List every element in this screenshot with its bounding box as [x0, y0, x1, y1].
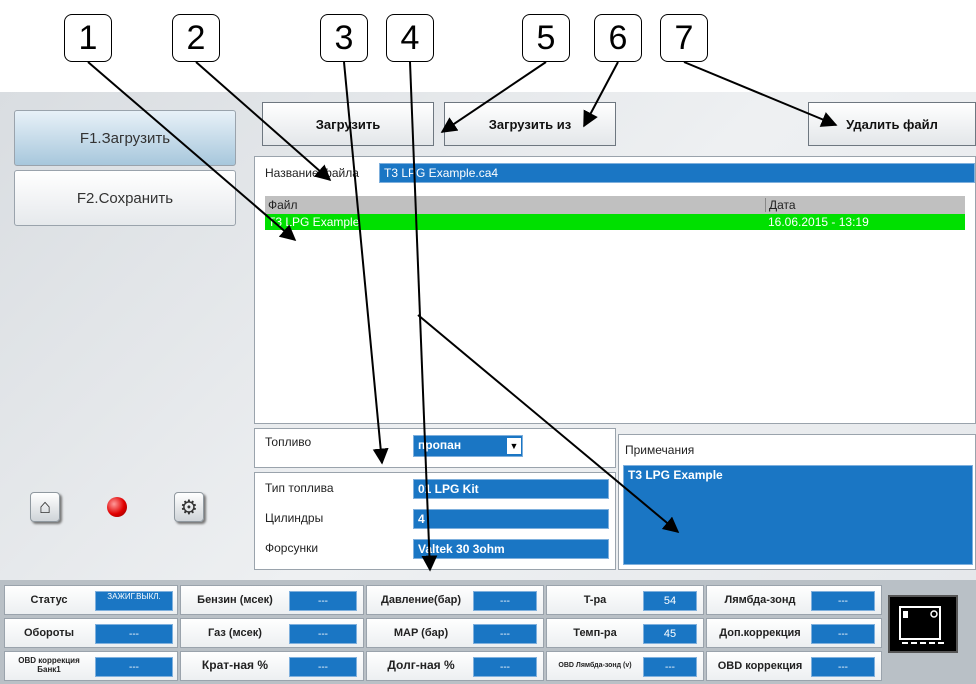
f1-load-button[interactable]: F1.Загрузить	[14, 110, 236, 166]
file-name-input[interactable]: T3 LPG Example.ca4	[379, 163, 975, 183]
column-file[interactable]: Файл	[268, 198, 298, 212]
fuel-type-label: Тип топлива	[265, 481, 334, 495]
fuel-select[interactable]: пропан ▼	[413, 435, 523, 457]
obd-corr-cell: OBD коррекция ---	[706, 651, 882, 681]
petrol-value: ---	[289, 591, 357, 611]
ecu-logo-graphic	[899, 606, 944, 644]
notes-panel: Примечания T3 LPG Example	[618, 434, 976, 570]
status-value: ЗАЖИГ.ВЫКЛ.	[95, 591, 173, 611]
callout-6: 6	[594, 14, 642, 62]
f2-save-button[interactable]: F2.Сохранить	[14, 170, 236, 226]
pressure-label: Давление(бар)	[380, 593, 461, 606]
cylinders-field[interactable]: 4	[413, 509, 609, 529]
temp2-value: 45	[643, 624, 697, 644]
lambda-label: Лямбда-зонд	[724, 593, 796, 606]
load-from-button[interactable]: Загрузить из	[444, 102, 616, 146]
file-row-date: 16.06.2015 - 13:19	[768, 215, 869, 229]
map-cell: MAP (бар) ---	[366, 618, 544, 648]
callout-3: 3	[320, 14, 368, 62]
app-window: F1.Загрузить F2.Сохранить Загрузить Загр…	[0, 92, 976, 684]
callout-1: 1	[64, 14, 112, 62]
obd-lambda-label: OBD Лямбда-зонд (v)	[558, 662, 632, 670]
fuel-label: Топливо	[265, 435, 312, 449]
pressure-cell: Давление(бар) ---	[366, 585, 544, 615]
rpm-cell: Обороты ---	[4, 618, 178, 648]
obd-corr-label: OBD коррекция	[717, 659, 803, 672]
cylinders-label: Цилиндры	[265, 511, 324, 525]
lambda-value: ---	[811, 591, 875, 611]
load-button[interactable]: Загрузить	[262, 102, 434, 146]
column-date[interactable]: Дата	[765, 198, 796, 212]
injectors-field[interactable]: Valtek 30 3ohm	[413, 539, 609, 559]
chevron-down-icon[interactable]: ▼	[507, 438, 521, 454]
f1-load-label: F1.Загрузить	[79, 129, 171, 147]
file-table-header: Файл Дата	[265, 196, 965, 214]
map-value: ---	[473, 624, 537, 644]
obd-corr-value: ---	[811, 657, 875, 677]
obd-corr-bank1-cell: OBD коррекция Банк1 ---	[4, 651, 178, 681]
callout-5: 5	[522, 14, 570, 62]
table-row[interactable]: T3 LPG Example 16.06.2015 - 13:19	[265, 214, 965, 230]
rpm-value: ---	[95, 624, 173, 644]
temp-value: 54	[643, 591, 697, 611]
status-bar: Статус ЗАЖИГ.ВЫКЛ. Обороты --- OBD корре…	[0, 580, 976, 684]
extra-corr-label: Доп.коррекция	[719, 626, 801, 639]
extra-corr-value: ---	[811, 624, 875, 644]
gas-cell: Газ (мсек) ---	[180, 618, 364, 648]
settings-button[interactable]: ⚙	[174, 492, 204, 522]
ecu-logo-icon	[888, 595, 958, 653]
file-row-name: T3 LPG Example	[268, 215, 360, 229]
file-name-label: Название файла	[265, 166, 359, 180]
short-pct-label: Крат-ная %	[201, 658, 269, 673]
file-panel: Название файла T3 LPG Example.ca4 Файл Д…	[254, 156, 976, 424]
fuel-type-field[interactable]: 01 LPG Kit	[413, 479, 609, 499]
injectors-label: Форсунки	[265, 541, 319, 555]
fuel-panel: Топливо пропан ▼	[254, 428, 616, 468]
petrol-label: Бензин (мсек)	[197, 593, 273, 606]
gear-icon: ⚙	[180, 496, 198, 519]
obd-corr-bank1-value: ---	[95, 657, 173, 677]
delete-file-button-label: Удалить файл	[846, 116, 938, 132]
extra-corr-cell: Доп.коррекция ---	[706, 618, 882, 648]
pressure-value: ---	[473, 591, 537, 611]
temp-cell: T-ра 54	[546, 585, 704, 615]
temp2-label: Темп-ра	[573, 626, 617, 639]
rpm-label: Обороты	[23, 626, 74, 639]
petrol-cell: Бензин (мсек) ---	[180, 585, 364, 615]
load-button-label: Загрузить	[315, 116, 381, 132]
long-pct-label: Долг-ная %	[387, 658, 455, 673]
obd-lambda-cell: OBD Лямбда-зонд (v) ---	[546, 651, 704, 681]
notes-textarea[interactable]: T3 LPG Example	[623, 465, 973, 565]
info-panel: Тип топлива 01 LPG Kit Цилиндры 4 Форсун…	[254, 472, 616, 570]
gas-label: Газ (мсек)	[208, 626, 262, 639]
callout-2: 2	[172, 14, 220, 62]
callout-7: 7	[660, 14, 708, 62]
obd-lambda-value: ---	[643, 657, 697, 677]
home-button[interactable]: ⌂	[30, 492, 60, 522]
status-label: Статус	[30, 593, 68, 606]
map-label: MAP (бар)	[393, 626, 449, 639]
load-from-button-label: Загрузить из	[488, 116, 572, 132]
notes-label: Примечания	[625, 443, 695, 457]
fuel-select-value: пропан	[418, 438, 462, 452]
temp-label: T-ра	[583, 593, 607, 606]
lambda-cell: Лямбда-зонд ---	[706, 585, 882, 615]
short-pct-cell: Крат-ная % ---	[180, 651, 364, 681]
status-led-icon	[107, 497, 127, 517]
temp2-cell: Темп-ра 45	[546, 618, 704, 648]
long-pct-cell: Долг-ная % ---	[366, 651, 544, 681]
f2-save-label: F2.Сохранить	[76, 189, 174, 207]
gas-value: ---	[289, 624, 357, 644]
callout-4: 4	[386, 14, 434, 62]
obd-corr-bank1-label: OBD коррекция Банк1	[18, 656, 80, 674]
long-pct-value: ---	[473, 657, 537, 677]
status-cell: Статус ЗАЖИГ.ВЫКЛ.	[4, 585, 178, 615]
delete-file-button[interactable]: Удалить файл	[808, 102, 976, 146]
short-pct-value: ---	[289, 657, 357, 677]
home-icon: ⌂	[38, 495, 52, 518]
